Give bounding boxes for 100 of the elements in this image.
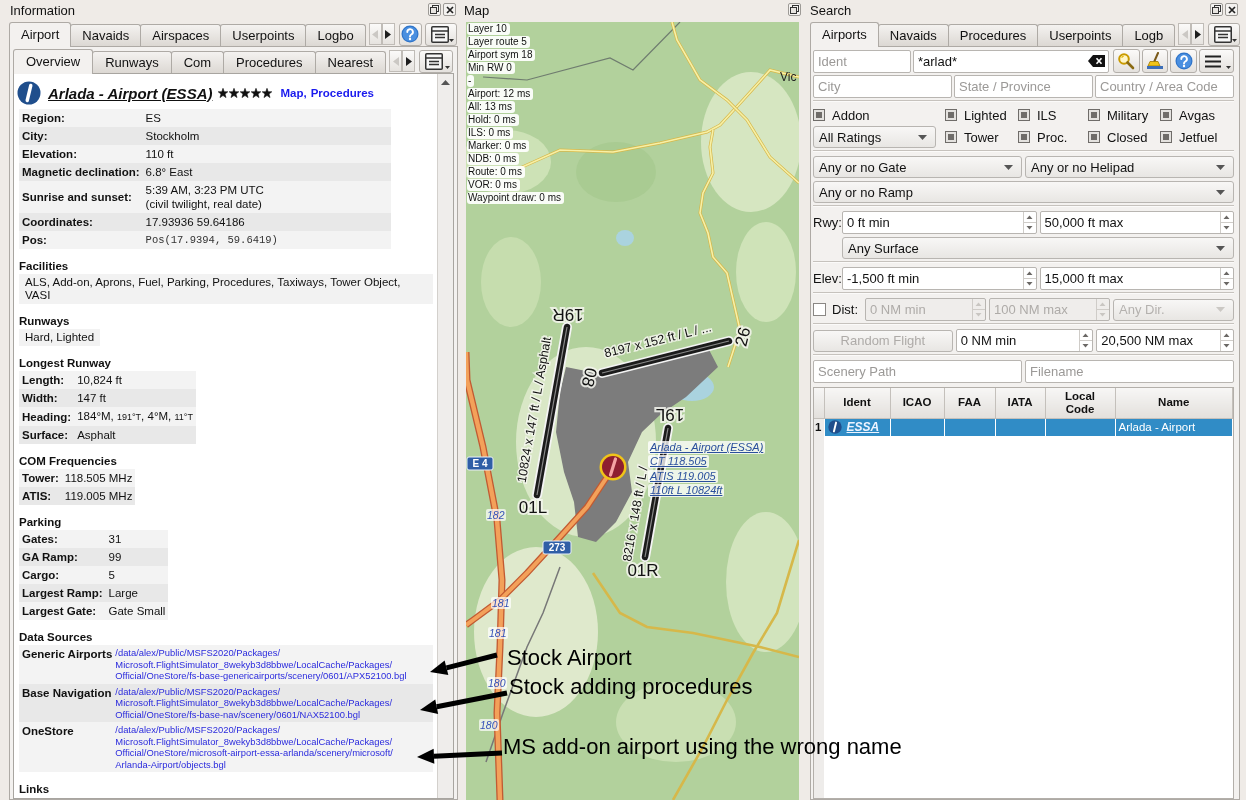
column-header[interactable]: Ident xyxy=(824,388,890,418)
name-field[interactable]: *arlad* xyxy=(913,49,1109,73)
dropdown[interactable]: Any or no Gate xyxy=(813,156,1022,178)
table-cell: Arlada - Airport xyxy=(1115,418,1233,436)
column-header[interactable]: Name xyxy=(1115,388,1233,418)
tab[interactable]: Navaids xyxy=(877,24,949,46)
vertical-scrollbar[interactable] xyxy=(437,74,453,798)
filter-checkbox[interactable]: Avgas xyxy=(1160,106,1234,124)
field-label: GA Ramp: xyxy=(19,548,106,566)
spin-arrows-icon[interactable] xyxy=(1022,268,1036,289)
dropdown[interactable]: Any or no Ramp xyxy=(813,181,1234,203)
spin-box[interactable]: 50,000 ft max xyxy=(1039,211,1234,234)
menu-button[interactable] xyxy=(425,22,457,46)
checkbox-indicator[interactable] xyxy=(1160,131,1172,143)
tab[interactable]: Logb xyxy=(1122,24,1176,46)
location-field[interactable]: Country / Area Code xyxy=(1095,75,1234,98)
menu-button[interactable] xyxy=(1208,22,1241,46)
help-button[interactable] xyxy=(1170,49,1198,73)
caret-left-icon xyxy=(372,29,379,39)
caret-up-icon[interactable] xyxy=(441,80,450,85)
tab[interactable]: Navaids xyxy=(70,24,142,46)
filter-checkbox[interactable]: Closed xyxy=(1088,126,1160,148)
caret-down-icon xyxy=(1216,189,1225,195)
road-number: 180 xyxy=(487,677,507,689)
airport-label[interactable]: ATIS 119.005 xyxy=(648,470,718,483)
airport-label[interactable]: Arlada - Airport (ESSA) xyxy=(648,441,766,454)
filter-checkbox[interactable]: Jetfuel xyxy=(1160,126,1234,148)
field-label: Surface: xyxy=(19,426,75,444)
dropdown[interactable]: Any Surface xyxy=(842,237,1234,259)
search-button[interactable] xyxy=(1112,49,1140,73)
float-button[interactable] xyxy=(428,3,441,16)
close-button[interactable] xyxy=(1225,3,1238,16)
path-field[interactable]: Scenery Path xyxy=(813,360,1022,383)
location-field[interactable]: State / Province xyxy=(954,75,1093,98)
tab[interactable]: Procedures xyxy=(947,24,1039,46)
column-header[interactable]: FAA xyxy=(944,388,995,418)
airport-label[interactable]: 110ft L 10824ft xyxy=(648,484,725,497)
path-field[interactable]: Filename xyxy=(1025,360,1234,383)
spin-box[interactable]: 15,000 ft max xyxy=(1039,267,1234,290)
tab[interactable]: Airports xyxy=(810,22,879,47)
float-button[interactable] xyxy=(788,3,801,16)
tab-scroll-button[interactable] xyxy=(402,50,416,72)
field-value: 110 ft xyxy=(142,145,391,163)
tab[interactable]: Overview xyxy=(13,49,94,74)
tab[interactable]: Com xyxy=(170,51,225,73)
float-button[interactable] xyxy=(1210,3,1223,16)
spin-arrows-icon[interactable] xyxy=(1022,212,1036,233)
checkbox-indicator[interactable] xyxy=(1018,131,1030,143)
road-number: 182 xyxy=(486,509,506,521)
filter-checkbox[interactable]: Tower xyxy=(945,126,1018,148)
info-link[interactable]: Procedures xyxy=(310,87,374,99)
airport-symbol-icon[interactable] xyxy=(599,453,627,481)
airport-title[interactable]: Arlada - Airport (ESSA) xyxy=(48,84,213,102)
backspace-icon[interactable] xyxy=(1087,55,1105,67)
field-value: 10,824 ft xyxy=(74,371,196,389)
filter-checkbox[interactable]: Proc. xyxy=(1018,126,1088,148)
spin-box[interactable]: -1,500 ft min xyxy=(842,267,1037,290)
tab[interactable]: Runways xyxy=(92,51,172,73)
filter-checkbox[interactable]: Addon xyxy=(813,106,945,124)
checkbox-indicator[interactable] xyxy=(1018,109,1030,121)
tab[interactable]: Nearest xyxy=(314,51,387,73)
spin-arrows-icon[interactable] xyxy=(1079,330,1093,351)
spin-arrows-icon[interactable] xyxy=(1220,212,1233,233)
checkbox-indicator[interactable] xyxy=(945,131,957,143)
close-button[interactable] xyxy=(443,3,456,16)
tab[interactable]: Airport xyxy=(9,22,72,47)
tab[interactable]: Userpoints xyxy=(1037,24,1124,46)
menu-button[interactable] xyxy=(1199,49,1234,73)
ident-field[interactable]: Ident xyxy=(813,49,911,73)
caret-right-icon xyxy=(385,29,392,39)
airport-label[interactable]: CT 118.505 xyxy=(648,455,709,468)
help-button[interactable] xyxy=(398,22,422,46)
checkbox-indicator[interactable] xyxy=(813,109,825,121)
tab[interactable]: Procedures xyxy=(223,51,316,73)
tab[interactable]: Userpoints xyxy=(220,24,307,46)
caret-right-icon xyxy=(405,56,412,66)
checkbox-indicator[interactable] xyxy=(1088,109,1100,121)
dropdown[interactable]: All Ratings xyxy=(813,126,936,148)
checkbox-indicator[interactable] xyxy=(945,109,957,121)
spin-arrows-icon[interactable] xyxy=(1220,268,1233,289)
caret-left-icon xyxy=(392,56,399,66)
spin-box[interactable]: 0 ft min xyxy=(842,211,1037,234)
column-header[interactable]: ICAO xyxy=(890,388,944,418)
column-header[interactable]: Local Code xyxy=(1045,388,1115,418)
dropdown[interactable]: Any or no Helipad xyxy=(1025,156,1234,178)
tab[interactable]: Airspaces xyxy=(140,24,222,46)
checkbox-indicator[interactable] xyxy=(1160,109,1172,121)
link-separator: , xyxy=(303,87,307,99)
location-field[interactable]: City xyxy=(813,75,952,98)
clear-button[interactable] xyxy=(1141,49,1169,73)
filter-checkbox[interactable]: Lighted xyxy=(945,106,1018,124)
filter-checkbox[interactable]: ILS xyxy=(1018,106,1088,124)
checkbox-indicator[interactable] xyxy=(1088,131,1100,143)
tab[interactable]: Logbo xyxy=(305,24,366,46)
menu-button[interactable] xyxy=(419,49,453,73)
spin-arrows-icon[interactable] xyxy=(1220,330,1233,351)
filter-checkbox[interactable]: Military xyxy=(1088,106,1160,124)
field-label: Cargo: xyxy=(19,566,106,584)
tab-scroll-button[interactable] xyxy=(1191,23,1205,45)
column-header[interactable]: IATA xyxy=(995,388,1045,418)
